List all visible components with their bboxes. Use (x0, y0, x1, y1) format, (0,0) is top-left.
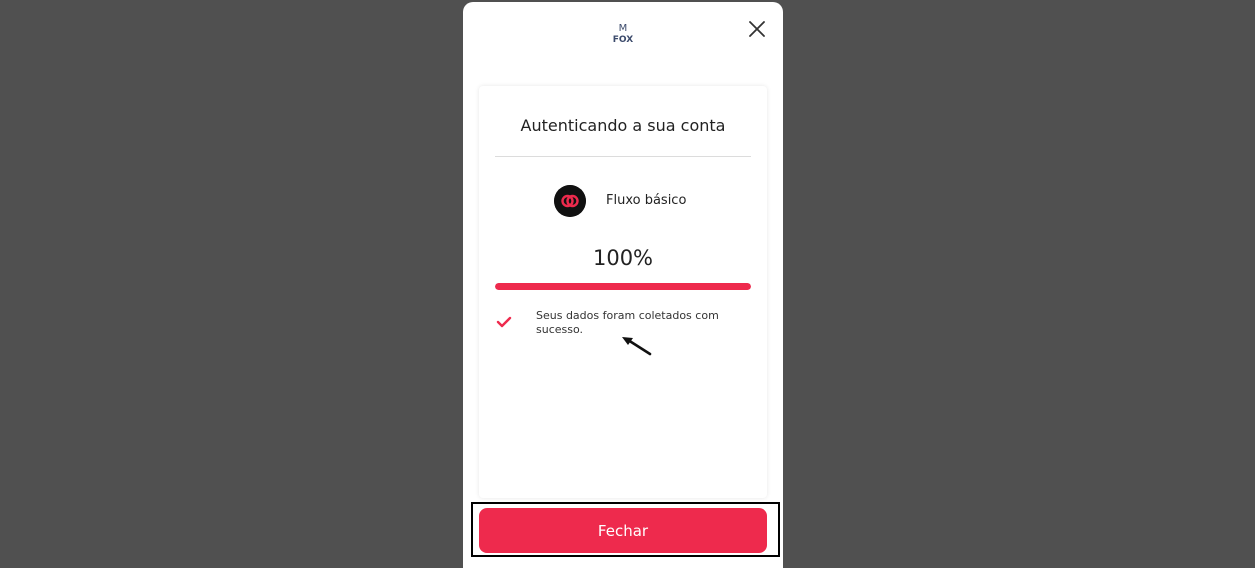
flow-label: Fluxo básico (606, 193, 687, 208)
card-title: Autenticando a sua conta (520, 116, 726, 135)
status-message: Seus dados foram coletados com sucesso. (536, 309, 719, 336)
progress-bar (495, 283, 751, 290)
logo-text-top: M (619, 23, 628, 34)
linked-circles-icon (554, 185, 586, 217)
progress-fill (495, 283, 751, 290)
divider (495, 156, 751, 157)
close-button[interactable]: Fechar (479, 508, 767, 553)
auth-modal: M FOX Autenticando a sua conta Fluxo bás… (463, 2, 783, 568)
auth-card: Autenticando a sua conta Fluxo básico 10… (479, 86, 767, 498)
arrow-icon (622, 337, 652, 356)
close-icon[interactable] (746, 18, 768, 40)
check-icon (496, 316, 512, 328)
progress-percent: 100% (592, 246, 654, 270)
fox-logo: M FOX (613, 23, 633, 45)
logo-text-bottom: FOX (613, 35, 633, 45)
